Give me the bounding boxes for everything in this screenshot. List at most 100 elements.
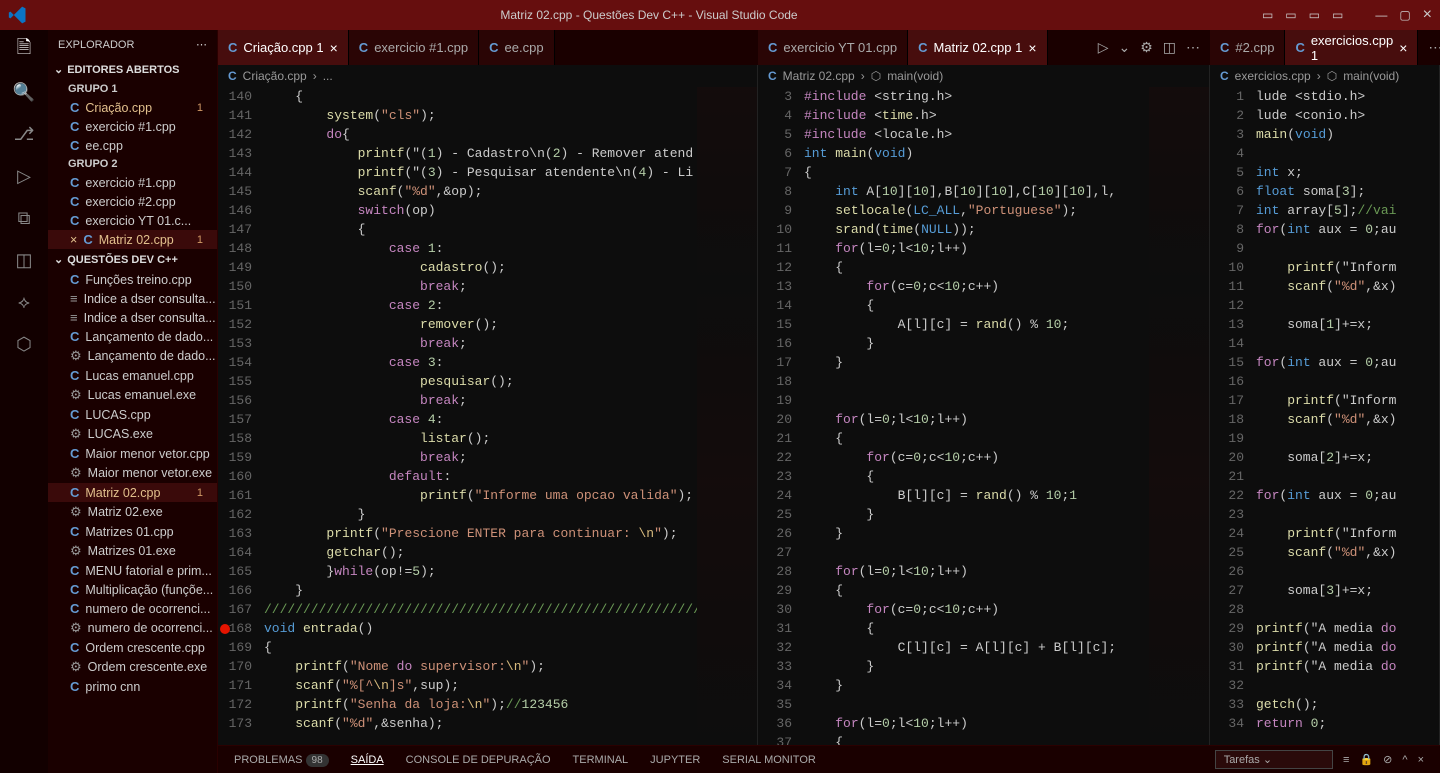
- run-debug-icon[interactable]: ▷: [12, 164, 36, 188]
- open-editor-item[interactable]: exercicio #1.cpp: [48, 117, 217, 136]
- file-item[interactable]: LUCAS.cpp: [48, 405, 217, 424]
- breadcrumbs[interactable]: exercicios.cpp› ⬡ main(void): [1210, 65, 1439, 87]
- file-item[interactable]: numero de ocorrenci...: [48, 599, 217, 618]
- file-item[interactable]: Indice a dser consulta...: [48, 308, 217, 327]
- panel-tab-saida[interactable]: SAÍDA: [351, 754, 384, 766]
- file-item[interactable]: Lucas emanuel.cpp: [48, 366, 217, 385]
- file-item[interactable]: Maior menor vetor.exe: [48, 463, 217, 483]
- open-editor-item[interactable]: exercicio #1.cpp: [48, 173, 217, 192]
- file-item[interactable]: numero de ocorrenci...: [48, 618, 217, 638]
- cpp-icon: [70, 640, 79, 655]
- remote-icon[interactable]: ◫: [12, 248, 36, 272]
- layout-icon[interactable]: ▭: [1262, 8, 1273, 22]
- file-item[interactable]: LUCAS.exe: [48, 424, 217, 444]
- group-1-header[interactable]: GRUPO 1: [48, 80, 217, 98]
- file-item[interactable]: Indice a dser consulta...: [48, 289, 217, 308]
- minimap[interactable]: [1149, 87, 1209, 745]
- panel-tab-serial[interactable]: SERIAL MONITOR: [722, 754, 816, 766]
- tab-label: ee.cpp: [505, 40, 544, 55]
- python-icon[interactable]: ⬡: [12, 332, 36, 356]
- open-editor-item[interactable]: Criação.cpp1: [48, 98, 217, 117]
- file-label: Matriz 02.exe: [88, 505, 163, 519]
- split-icon[interactable]: ◫: [1163, 39, 1176, 56]
- file-item[interactable]: Matrizes 01.exe: [48, 541, 217, 561]
- file-item[interactable]: MENU fatorial e prim...: [48, 561, 217, 580]
- open-editor-item[interactable]: exercicio #2.cpp: [48, 192, 217, 211]
- open-editor-item[interactable]: ee.cpp: [48, 136, 217, 155]
- file-item[interactable]: Funções treino.cpp: [48, 270, 217, 289]
- file-item[interactable]: Maior menor vetor.cpp: [48, 444, 217, 463]
- file-label: numero de ocorrenci...: [85, 602, 210, 616]
- file-item[interactable]: Matriz 02.cpp1: [48, 483, 217, 502]
- file-item[interactable]: Ordem crescente.cpp: [48, 638, 217, 657]
- file-item[interactable]: Lançamento de dado...: [48, 327, 217, 346]
- panel-tab-terminal[interactable]: TERMINAL: [573, 754, 629, 766]
- cpp-icon: [1220, 69, 1229, 83]
- minimize-button[interactable]: —: [1375, 8, 1387, 22]
- code-editor-1[interactable]: 1401411421431441451461471481491501511521…: [218, 87, 757, 745]
- close-icon[interactable]: ×: [330, 40, 338, 56]
- file-item[interactable]: Lançamento de dado...: [48, 346, 217, 366]
- panel-tab-problemas[interactable]: PROBLEMAS 98: [234, 754, 329, 766]
- layout-icon[interactable]: ▭: [1285, 8, 1296, 22]
- breadcrumbs[interactable]: Criação.cpp› ...: [218, 65, 757, 87]
- run-icon[interactable]: ▷: [1098, 39, 1109, 56]
- source-control-icon[interactable]: ⎇: [12, 122, 36, 146]
- layout-icon[interactable]: ▭: [1332, 8, 1343, 22]
- maximize-button[interactable]: ▢: [1399, 8, 1410, 22]
- group-2-header[interactable]: GRUPO 2: [48, 155, 217, 173]
- file-item[interactable]: Multiplicação (funçõe...: [48, 580, 217, 599]
- extensions-icon[interactable]: ⧉: [12, 206, 36, 230]
- more-icon[interactable]: ⋯: [1186, 39, 1200, 56]
- code-editor-2[interactable]: 3456789101112131415161718192021222324252…: [758, 87, 1209, 745]
- file-label: exercicio #1.cpp: [85, 120, 175, 134]
- minimap[interactable]: [697, 87, 757, 745]
- explorer-icon[interactable]: 🗎: [12, 38, 36, 62]
- filter-icon[interactable]: ≡: [1343, 754, 1349, 766]
- sidebar: EXPLORADOR ⋯ ⌄EDITORES ABERTOS GRUPO 1 C…: [48, 30, 218, 773]
- editor-tab[interactable]: ee.cpp: [479, 30, 554, 65]
- tarefas-dropdown[interactable]: Tarefas ⌄: [1215, 750, 1333, 769]
- file-item[interactable]: Matrizes 01.cpp: [48, 522, 217, 541]
- editor-tab[interactable]: Criação.cpp 1×: [218, 30, 349, 65]
- search-icon[interactable]: 🔍: [12, 80, 36, 104]
- editor-tab[interactable]: exercicio YT 01.cpp: [758, 30, 908, 65]
- panel-tab-console[interactable]: CONSOLE DE DEPURAÇÃO: [406, 754, 551, 766]
- file-label: Funções treino.cpp: [85, 273, 191, 287]
- layout-icon[interactable]: ▭: [1309, 8, 1320, 22]
- open-editor-item[interactable]: × Matriz 02.cpp1: [48, 230, 217, 249]
- more-icon[interactable]: ⋯: [196, 38, 207, 51]
- editor-tab[interactable]: exercicios.cpp 1×: [1285, 30, 1418, 65]
- open-editors-header[interactable]: ⌄EDITORES ABERTOS: [48, 59, 217, 80]
- close-panel-icon[interactable]: ×: [1418, 754, 1424, 766]
- editor-tab[interactable]: exercicio #1.cpp: [349, 30, 479, 65]
- maximize-panel-icon[interactable]: ^: [1402, 754, 1407, 766]
- file-item[interactable]: Matriz 02.exe: [48, 502, 217, 522]
- cpp-icon: [70, 194, 79, 209]
- file-label: primo cnn: [85, 680, 140, 694]
- panel-tab-jupyter[interactable]: JUPYTER: [650, 754, 700, 766]
- editor-tab[interactable]: Matriz 02.cpp 1×: [908, 30, 1047, 65]
- close-icon[interactable]: ×: [70, 233, 77, 247]
- misc-icon[interactable]: ⟡: [12, 290, 36, 314]
- file-item[interactable]: primo cnn: [48, 677, 217, 696]
- editor-tab[interactable]: #2.cpp: [1210, 30, 1285, 65]
- breakpoint-icon[interactable]: [220, 624, 230, 634]
- close-icon[interactable]: ×: [1399, 40, 1407, 56]
- close-button[interactable]: ×: [1423, 6, 1432, 24]
- more-icon[interactable]: ⋯: [1428, 39, 1440, 56]
- code-editor-3[interactable]: 1234567891011121314151617181920212223242…: [1210, 87, 1439, 745]
- lock-icon[interactable]: 🔒: [1359, 753, 1373, 766]
- file-item[interactable]: Ordem crescente.exe: [48, 657, 217, 677]
- clear-icon[interactable]: ⊘: [1383, 753, 1392, 766]
- breadcrumbs[interactable]: Matriz 02.cpp› ⬡ main(void): [758, 65, 1209, 87]
- close-icon[interactable]: ×: [1028, 40, 1036, 56]
- file-item[interactable]: Lucas emanuel.exe: [48, 385, 217, 405]
- txt-icon: [70, 310, 78, 325]
- gear-icon[interactable]: ⚙: [1140, 39, 1153, 56]
- cpp-icon: [70, 582, 79, 597]
- file-label: Maior menor vetor.cpp: [85, 447, 209, 461]
- run-dropdown-icon[interactable]: ⌄: [1118, 39, 1130, 56]
- project-header[interactable]: ⌄QUESTÕES DEV C++: [48, 249, 217, 270]
- open-editor-item[interactable]: exercicio YT 01.c...: [48, 211, 217, 230]
